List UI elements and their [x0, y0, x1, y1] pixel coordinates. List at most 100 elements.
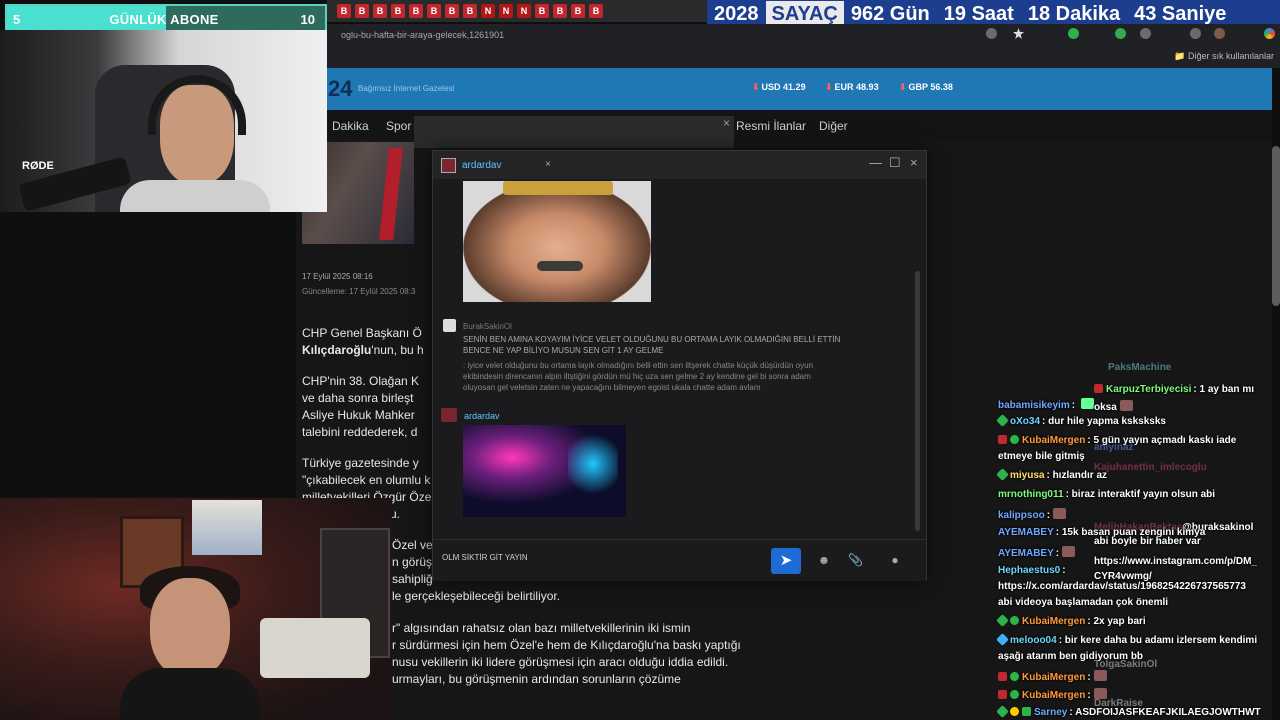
message-input-bar: OLM SİKTİR GİT YAYIN ➤ ☻ 📎 ● [433, 539, 926, 581]
translate-icon[interactable] [986, 28, 997, 39]
message-line: SENİN BEN AMINA KOYAYIM İYİCE VELET OLDU… [463, 335, 841, 344]
emoji-icon[interactable]: ☻ [817, 553, 831, 567]
message-body: SENİN BEN AMINA KOYAYIM İYİCE VELET OLDU… [463, 334, 840, 356]
message-username[interactable]: BurakSakinOl [463, 321, 512, 332]
chat-username: KubaiMergen [1022, 672, 1086, 683]
extension-icon[interactable] [1115, 28, 1126, 39]
gemini-icon[interactable] [1264, 28, 1275, 39]
chat-username: mrnothing011 [998, 489, 1064, 500]
chat-window-titlebar[interactable]: ardardav × — ☐ × [433, 151, 926, 179]
chat-message: babamisikeyim: [998, 398, 1094, 411]
user-avatar [441, 408, 457, 422]
tab-favicon[interactable]: N [481, 4, 495, 18]
article-line-rest: 'nun, bu h [371, 343, 424, 357]
nav-item-spor[interactable]: Spor [386, 119, 411, 133]
tab-favicon[interactable]: B [445, 4, 459, 18]
down-arrow-icon: ⬇ [825, 82, 833, 92]
article-paragraph-1: CHP Genel Başkanı Ö Kılıçdaroğlu'nun, bu… [302, 325, 424, 359]
chat-message: kalippsoo: [998, 508, 1067, 521]
message-line: ekibindesin direncanın alpin iltştiğini … [463, 372, 811, 381]
send-button[interactable]: ➤ [771, 548, 801, 574]
tab-favicon[interactable]: B [553, 4, 567, 18]
article-paragraph-2: CHP'nin 38. Olağan K ve daha sonra birle… [302, 373, 419, 441]
profile-avatar[interactable] [1214, 28, 1225, 39]
chat-scrollbar[interactable] [915, 271, 920, 531]
close-icon[interactable]: × [723, 116, 730, 130]
message-username[interactable]: ardardav [464, 411, 500, 422]
address-bar[interactable]: oglu-bu-hafta-bir-araya-gelecek,1261901 [327, 24, 1280, 46]
chat-username: kalippsoo [998, 510, 1045, 521]
chat-window-title: ardardav [462, 160, 502, 171]
chat-text: : ASDFOIJASFKEAFJKILAEGJOWTHWT [1069, 707, 1261, 718]
chat-message: miyusa: hızlandır az [996, 468, 1107, 481]
chat-avatar [441, 158, 456, 173]
ghost-username: Kajuhanettin_imlecoglu [1094, 462, 1207, 473]
article-line: ve daha sonra birleşt [302, 391, 414, 405]
chat-text: abi videoya başlamadan çok önemli [998, 597, 1169, 608]
maximize-icon[interactable]: ☐ [889, 155, 901, 171]
chat-text: : 1 ay ban mı [1193, 384, 1254, 395]
nav-item-resmi-ilanlar[interactable]: Resmi İlanlar [736, 119, 806, 133]
currency-usd: ⬇ USD 41.29 [752, 82, 806, 93]
tab-favicon[interactable]: B [571, 4, 585, 18]
close-icon[interactable]: × [910, 155, 918, 170]
ghost-username: TolgaSakinOl [1094, 659, 1158, 670]
chat-username: KubaiMergen [1022, 435, 1086, 446]
tab-favicon[interactable]: B [535, 4, 549, 18]
chat-username: miyusa [1010, 470, 1045, 481]
extension-icon[interactable] [1068, 28, 1079, 39]
counter-year: 2028 [714, 2, 759, 25]
tab-favicon[interactable]: B [589, 4, 603, 18]
other-bookmarks-label: Diğer sık kullanılanlar [1187, 51, 1274, 61]
chat-text: : biraz interaktif yayın olsun abi [1065, 489, 1216, 500]
tab-favicon[interactable]: B [373, 4, 387, 18]
tab-favicon[interactable]: B [427, 4, 441, 18]
chat-message: AYEMABEY: [998, 546, 1076, 559]
tab-favicon[interactable]: B [463, 4, 477, 18]
chat-text: https://www.instagram.com/p/DM_ [1094, 556, 1257, 567]
ghost-username: PaksMachine [1108, 362, 1172, 373]
message-image-meme[interactable] [463, 181, 651, 302]
article-line: urmayları, bu görüşmenin ardından sorunl… [392, 672, 681, 686]
nav-item-diger[interactable]: Diğer [819, 119, 848, 133]
tab-favicon[interactable]: B [337, 4, 351, 18]
browser-tab-strip[interactable]: B B B B B B B B N N N B B B B [327, 0, 707, 22]
chat-username: KubaiMergen [1022, 690, 1086, 701]
minimize-icon[interactable]: — [869, 155, 882, 170]
article-line: CHP'nin 38. Olağan K [302, 374, 420, 388]
tab-favicon[interactable]: N [499, 4, 513, 18]
site-logo[interactable]: 24 [328, 76, 352, 102]
page-scrollbar[interactable] [1272, 146, 1280, 306]
down-arrow-icon: ⬇ [899, 82, 907, 92]
close-tab-icon[interactable]: × [545, 159, 551, 170]
chat-message: KarpuzTerbiyecisi: 1 ay ban mı [1094, 384, 1254, 395]
attach-icon[interactable]: 📎 [848, 553, 863, 567]
chat-text: : [1062, 565, 1066, 576]
chat-text: oksa [1094, 402, 1117, 413]
chat-message-cont: abi boyle bir haber var [1094, 536, 1201, 547]
chat-text: abi boyle bir haber var [1094, 536, 1201, 547]
tab-favicon[interactable]: B [391, 4, 405, 18]
article-line: nusu vekillerin iki lidere görüşmesi içi… [392, 655, 729, 669]
nav-item-dakika[interactable]: Dakika [332, 119, 369, 133]
article-line: Kılıçdaroğlu'nun, bu h [302, 342, 424, 359]
tab-favicon[interactable]: B [355, 4, 369, 18]
chat-link[interactable]: https://x.com/ardardav/status/1968254226… [998, 581, 1246, 592]
tab-favicon[interactable]: N [517, 4, 531, 18]
message-line: oluyosan gel veletsin zaten ne yapacağın… [463, 383, 761, 392]
message-image-webcam[interactable] [463, 425, 626, 517]
refresh-extension-icon[interactable] [1140, 28, 1151, 39]
chat-username: Hephaestus0 [998, 565, 1061, 576]
message-input[interactable]: OLM SİKTİR GİT YAYIN [442, 553, 528, 562]
microphone-icon[interactable]: ● [888, 553, 902, 567]
tab-favicon[interactable]: B [409, 4, 423, 18]
article-line: r sürdürmesi için hem Özel'e hem de Kılı… [392, 638, 741, 652]
address-bar-url[interactable]: oglu-bu-hafta-bir-araya-gelecek,1261901 [341, 30, 504, 40]
chat-text: : dur hile yapma ksksksks [1042, 416, 1166, 427]
chat-message: KubaiMergen: [998, 670, 1107, 683]
shield-icon[interactable] [1190, 28, 1201, 39]
other-bookmarks-folder[interactable]: 📁 Diğer sık kullanılanlar [1174, 51, 1274, 62]
down-arrow-icon: ⬇ [752, 82, 760, 92]
chat-text: : [1071, 400, 1078, 411]
chat-message: Sarney: ASDFOIJASFKEAFJKILAEGJOWTHWT [996, 705, 1261, 718]
